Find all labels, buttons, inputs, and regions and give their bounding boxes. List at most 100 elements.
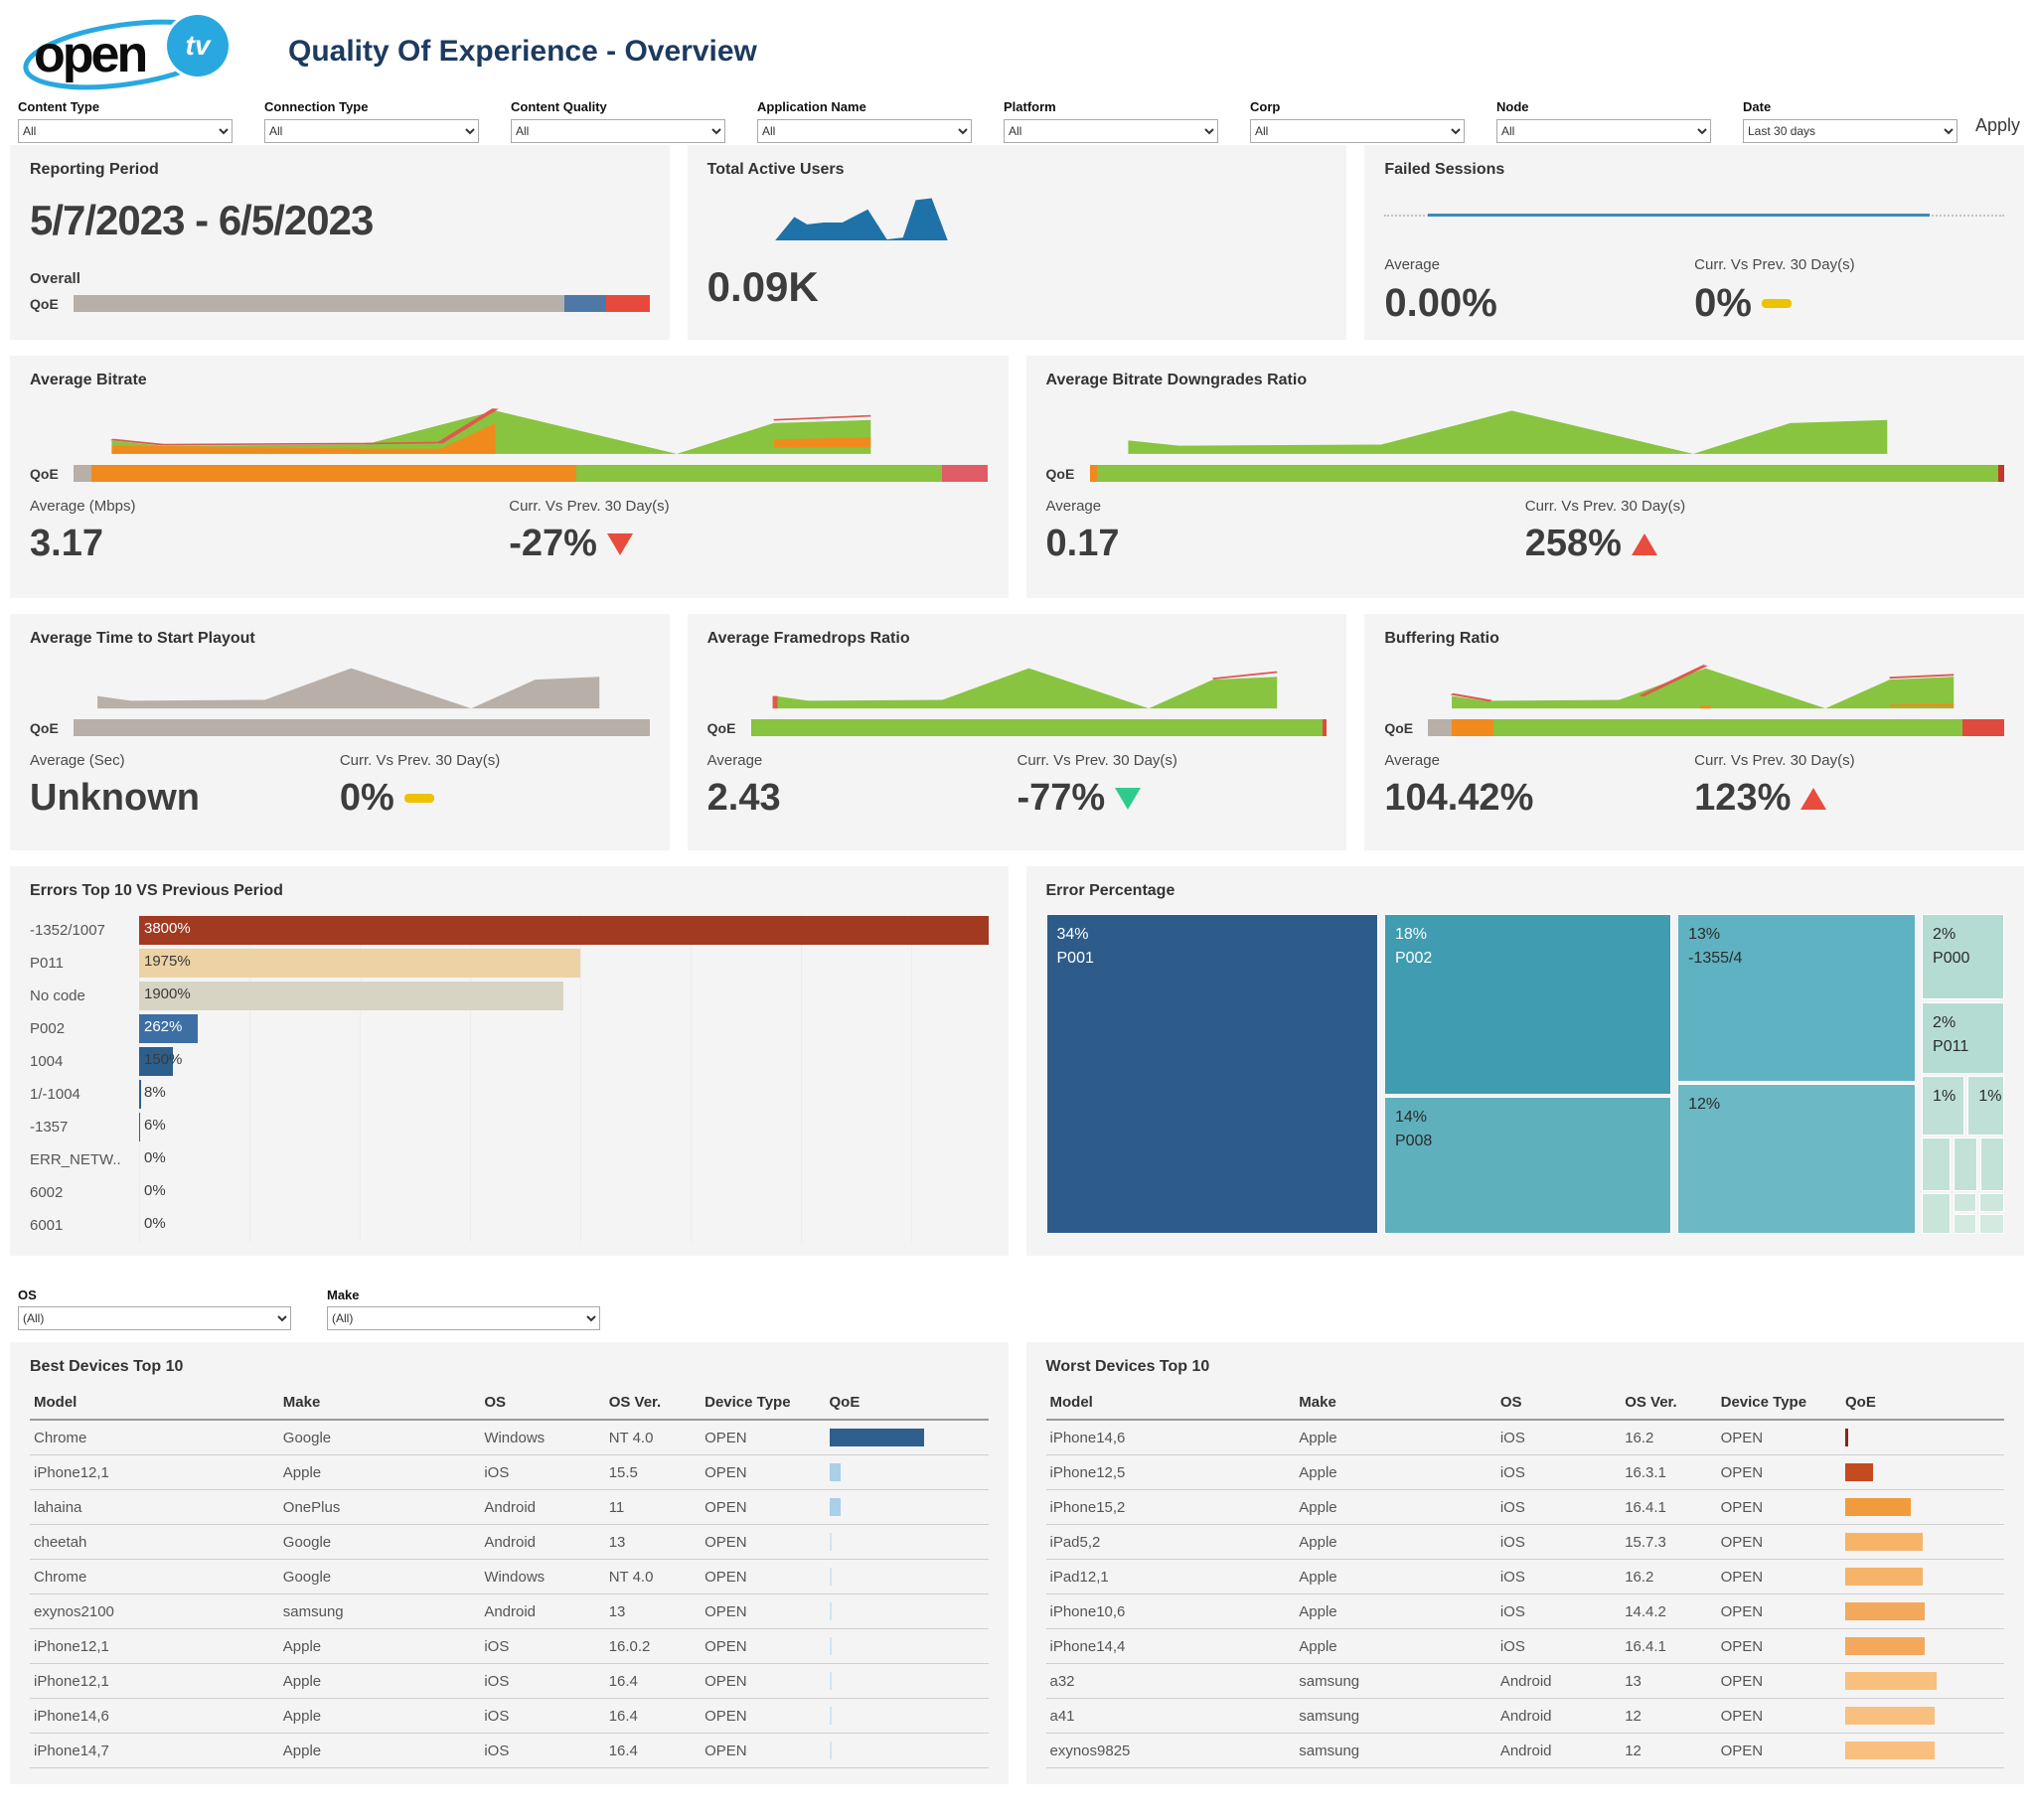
column-header: Model bbox=[1046, 1388, 1296, 1420]
apply-button[interactable]: Apply bbox=[1975, 115, 2020, 136]
table-cell: OPEN bbox=[701, 1560, 825, 1594]
card-title: Average Bitrate Downgrades Ratio bbox=[1046, 372, 2005, 389]
error-bar[interactable] bbox=[139, 916, 989, 945]
filter-label: Content Type bbox=[18, 99, 233, 114]
filter-select[interactable]: All bbox=[1250, 119, 1465, 143]
error-bar[interactable] bbox=[139, 982, 563, 1010]
treemap-cell[interactable] bbox=[1979, 1193, 2004, 1212]
table-row: iPad12,1AppleiOS16.2OPEN bbox=[1046, 1560, 2005, 1594]
error-bar-row: P0111975% bbox=[30, 947, 989, 980]
table-cell: iOS bbox=[480, 1664, 604, 1699]
table-cell: samsung bbox=[1295, 1664, 1496, 1699]
filter-select[interactable]: Last 30 days bbox=[1743, 119, 1957, 143]
treemap-cell[interactable]: 34%P001 bbox=[1046, 914, 1379, 1234]
qoe-mini-bar bbox=[1845, 1672, 1937, 1690]
filter-select[interactable]: All bbox=[1004, 119, 1218, 143]
treemap-cell[interactable] bbox=[1922, 1193, 1951, 1234]
table-cell: iPhone14,6 bbox=[1046, 1420, 1296, 1455]
buffering-sparkline bbox=[1424, 656, 1981, 713]
table-cell: iPhone12,1 bbox=[30, 1629, 279, 1664]
table-row: iPhone12,1AppleiOS15.5OPEN bbox=[30, 1455, 989, 1490]
table-cell: 12 bbox=[1621, 1734, 1716, 1768]
treemap-cell[interactable]: 18%P002 bbox=[1384, 914, 1671, 1095]
average-label: Average bbox=[1384, 256, 1694, 273]
error-percentage-treemap: 34%P00118%P00214%P00813%-1355/412% 2%P000… bbox=[1046, 914, 2005, 1234]
playout-sparkline bbox=[70, 656, 627, 713]
filter-select[interactable]: All bbox=[511, 119, 725, 143]
average-value: 104.42% bbox=[1384, 777, 1694, 820]
table-cell: 16.4 bbox=[605, 1664, 701, 1699]
table-cell: Android bbox=[480, 1490, 604, 1525]
qoe-cell bbox=[826, 1594, 989, 1629]
qoe-bar-segment bbox=[576, 465, 942, 482]
error-bar-value: 8% bbox=[144, 1084, 166, 1101]
table-cell: Google bbox=[279, 1420, 481, 1455]
table-cell: Google bbox=[279, 1525, 481, 1560]
error-bar-row: -13576% bbox=[30, 1111, 989, 1143]
table-cell: OPEN bbox=[1717, 1664, 1841, 1699]
table-cell: iOS bbox=[1496, 1594, 1621, 1629]
qoe-cell bbox=[1841, 1490, 2004, 1525]
qoe-cell bbox=[826, 1699, 989, 1734]
filter-select[interactable]: (All) bbox=[18, 1306, 291, 1330]
qoe-mini-bar bbox=[830, 1707, 832, 1725]
filter-select[interactable]: All bbox=[264, 119, 479, 143]
table-cell: iOS bbox=[1496, 1490, 1621, 1525]
table-row: ChromeGoogleWindowsNT 4.0OPEN bbox=[30, 1560, 989, 1594]
treemap-cell[interactable] bbox=[1922, 1138, 1951, 1190]
error-bar-row: 60020% bbox=[30, 1176, 989, 1209]
compare-label: Curr. Vs Prev. 30 Day(s) bbox=[1017, 752, 1328, 769]
compare-label: Curr. Vs Prev. 30 Day(s) bbox=[340, 752, 650, 769]
filter-make: Make(All) bbox=[327, 1288, 600, 1330]
compare-value: -27% bbox=[509, 523, 597, 565]
treemap-cell[interactable]: 1% bbox=[1967, 1076, 2004, 1136]
table-row: iPhone14,4AppleiOS16.4.1OPEN bbox=[1046, 1629, 2005, 1664]
error-bar[interactable] bbox=[139, 949, 580, 978]
compare-value: 123% bbox=[1694, 777, 1791, 820]
table-cell: OPEN bbox=[701, 1734, 825, 1768]
treemap-cell[interactable] bbox=[1954, 1214, 1976, 1234]
treemap-cell[interactable] bbox=[1954, 1193, 1976, 1212]
treemap-cell[interactable]: 13%-1355/4 bbox=[1677, 914, 1916, 1082]
error-bar-value: 6% bbox=[144, 1117, 166, 1134]
filter-select[interactable]: All bbox=[1496, 119, 1711, 143]
treemap-cell[interactable]: 2%P011 bbox=[1922, 1002, 2004, 1074]
buffering-qoe-bar bbox=[1428, 719, 2004, 736]
table-cell: NT 4.0 bbox=[605, 1560, 701, 1594]
average-value: Unknown bbox=[30, 777, 340, 820]
treemap-cell-code: P000 bbox=[1933, 947, 1993, 971]
treemap-cell[interactable] bbox=[1980, 1138, 2004, 1190]
filter-select[interactable]: All bbox=[757, 119, 972, 143]
overall-qoe-bar bbox=[74, 295, 650, 312]
column-header: OS Ver. bbox=[605, 1388, 701, 1420]
reporting-period-value: 5/7/2023 - 6/5/2023 bbox=[30, 197, 650, 244]
treemap-cell[interactable]: 2%P000 bbox=[1922, 914, 2004, 999]
table-cell: 15.7.3 bbox=[1621, 1525, 1716, 1560]
error-bar-value: 0% bbox=[144, 1215, 166, 1232]
treemap-cell[interactable] bbox=[1979, 1214, 2004, 1234]
qoe-cell bbox=[1841, 1629, 2004, 1664]
table-row: iPhone14,7AppleiOS16.4OPEN bbox=[30, 1734, 989, 1768]
treemap-cell-percent: 1% bbox=[1933, 1085, 1954, 1109]
error-percentage-card: Error Percentage 34%P00118%P00214%P00813… bbox=[1026, 866, 2025, 1256]
trend-up-icon bbox=[1800, 788, 1826, 810]
treemap-cell[interactable]: 14%P008 bbox=[1384, 1097, 1671, 1234]
error-bar[interactable] bbox=[139, 1080, 141, 1109]
filter-select[interactable]: (All) bbox=[327, 1306, 600, 1330]
qoe-cell bbox=[1841, 1560, 2004, 1594]
table-cell: OPEN bbox=[701, 1525, 825, 1560]
treemap-cell[interactable]: 12% bbox=[1677, 1084, 1916, 1234]
header: open tv Quality Of Experience - Overview bbox=[8, 10, 2026, 93]
qoe-cell bbox=[826, 1455, 989, 1490]
qoe-bar-segment bbox=[564, 295, 605, 312]
filter-select[interactable]: All bbox=[18, 119, 233, 143]
table-cell: Apple bbox=[1295, 1594, 1496, 1629]
error-bar[interactable] bbox=[139, 1113, 140, 1141]
table-cell: samsung bbox=[279, 1594, 481, 1629]
treemap-cell[interactable] bbox=[1954, 1138, 1977, 1190]
treemap-cell-percent: 13% bbox=[1688, 923, 1905, 947]
treemap-cell[interactable]: 1% bbox=[1922, 1076, 1964, 1136]
error-bar-row: 60010% bbox=[30, 1209, 989, 1242]
error-bar-row: -1352/10073800% bbox=[30, 914, 989, 947]
table-cell: Android bbox=[480, 1594, 604, 1629]
